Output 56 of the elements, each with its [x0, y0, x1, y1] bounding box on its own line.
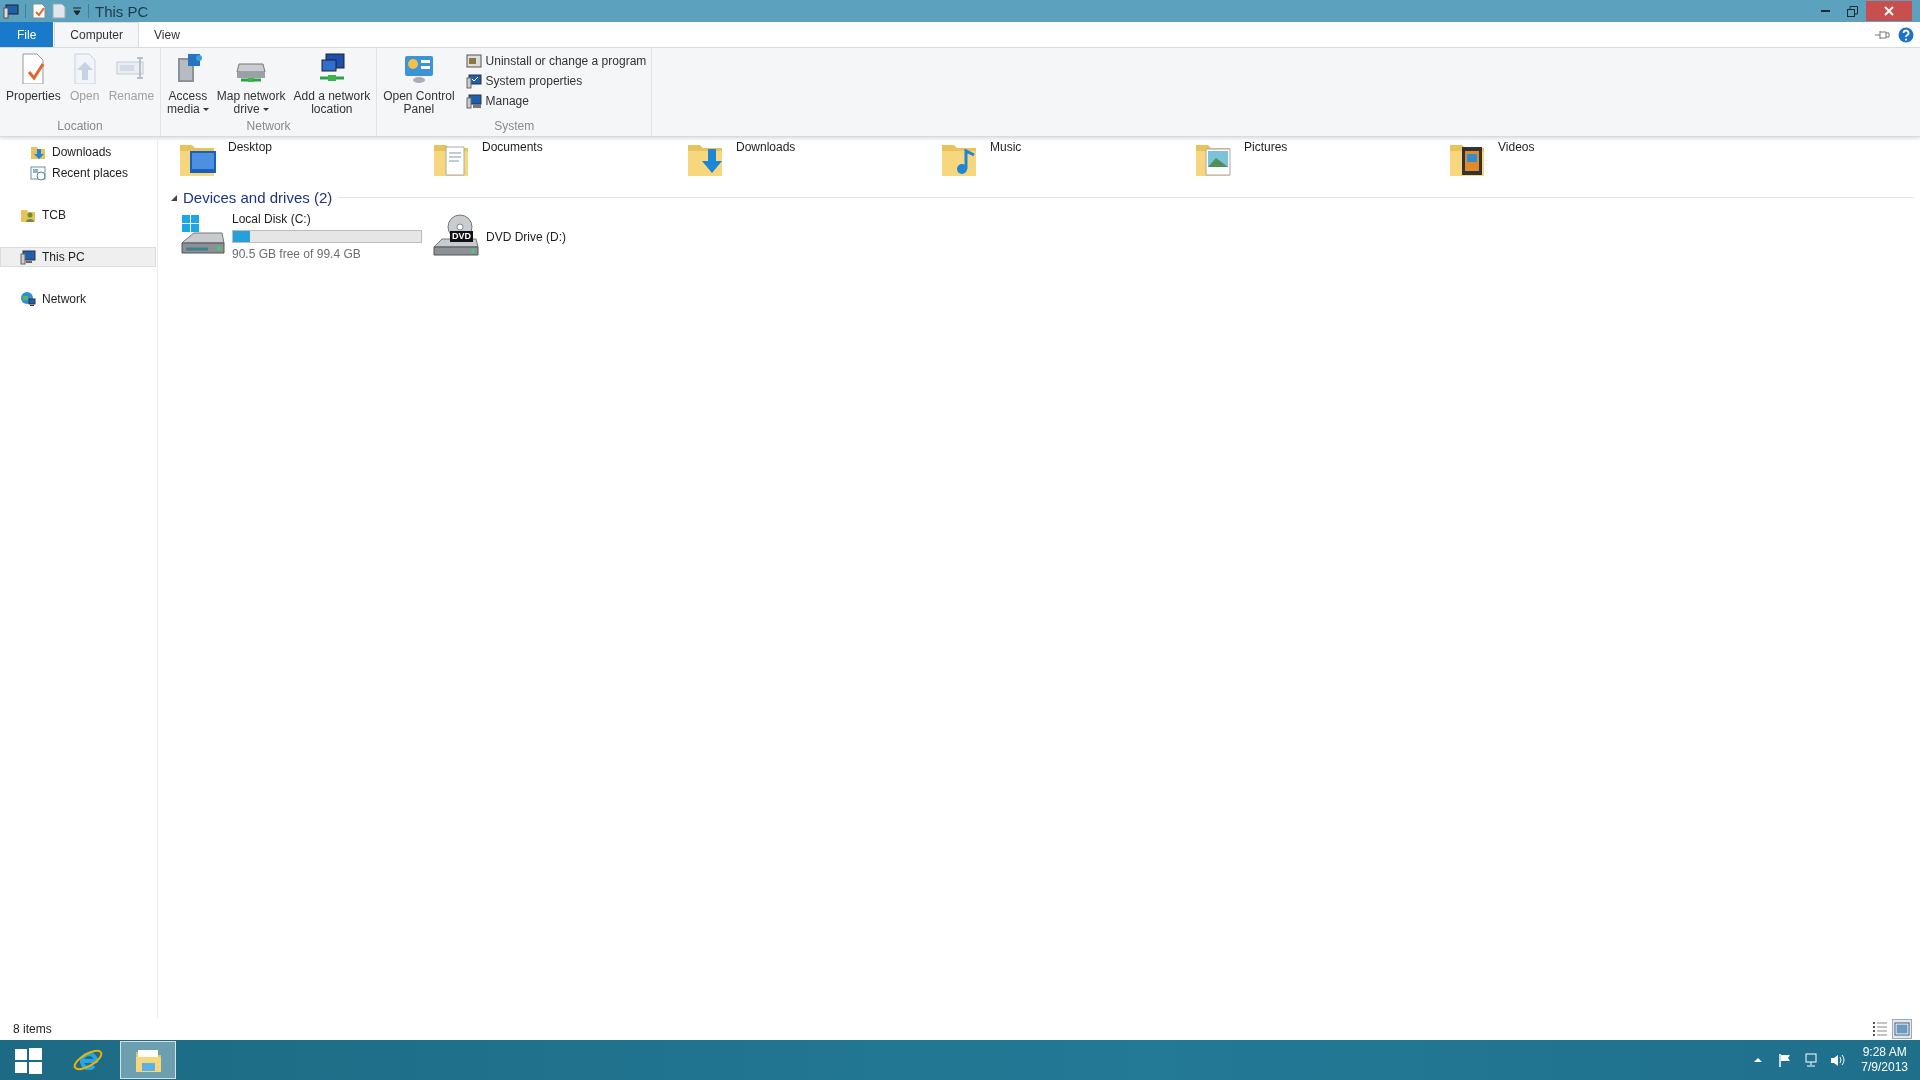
close-button[interactable] [1866, 1, 1912, 21]
recent-places-icon [30, 164, 46, 181]
ribbon-tab[interactable]: Computer [54, 22, 140, 47]
computer-icon[interactable] [3, 3, 19, 19]
program-window-icon [465, 53, 482, 69]
media-button[interactable]: Access media [164, 52, 212, 119]
network-icon[interactable] [1803, 1052, 1820, 1068]
drive-label[interactable]: Local Disk (C:) [232, 212, 422, 226]
sysprops-button[interactable]: System properties [463, 72, 649, 90]
properties-icon[interactable] [32, 3, 46, 19]
nav-item[interactable]: Downloads [0, 141, 156, 162]
details-view-button[interactable] [1870, 1019, 1890, 1039]
dvd-text: DVD [450, 230, 473, 242]
computer-icon [20, 249, 36, 265]
nav-item[interactable]: Network [0, 289, 156, 309]
manage-button[interactable]: Manage [463, 92, 649, 110]
group-heading: Devices and drives (2) [183, 189, 333, 206]
item-count: 8 items [13, 1022, 52, 1036]
nav-item[interactable]: TCB [0, 205, 156, 225]
mapdrive-button[interactable]: Map network drive [213, 52, 289, 119]
user-folder-icon [20, 207, 36, 223]
drive-label[interactable]: DVD Drive (D:) [486, 229, 566, 244]
ribbon-tab[interactable]: View [139, 22, 195, 47]
clock[interactable]: 9:28 AM 7/9/2013 [1861, 1045, 1908, 1075]
computer-check-icon [465, 73, 482, 89]
computer-management-icon [465, 93, 482, 109]
group-label: System [493, 119, 536, 135]
folder-label[interactable]: Pictures [1244, 139, 1288, 154]
properties-button[interactable]: Properties [3, 52, 64, 119]
details-list-icon [1872, 1021, 1888, 1037]
minimize-icon [1820, 9, 1831, 13]
folder-label[interactable]: Downloads [736, 139, 796, 154]
control-button[interactable]: Open Control Panel [380, 52, 458, 119]
dropdown-icon[interactable] [72, 6, 82, 16]
group-label: Network [245, 119, 292, 135]
file-explorer-button[interactable] [120, 1041, 176, 1079]
netloc-button[interactable]: Add a network location [290, 52, 374, 119]
window-title: This PC [95, 2, 149, 20]
pin-icon[interactable] [1874, 28, 1890, 41]
folder-label[interactable]: Music [990, 139, 1022, 154]
free-space-text: 90.5 GB free of 99.4 GB [232, 247, 362, 261]
collapse-arrow-icon[interactable] [171, 194, 177, 201]
network-icon [20, 291, 36, 307]
thumbnail-icon [1894, 1021, 1910, 1037]
help-icon[interactable] [1898, 26, 1914, 43]
nav-item[interactable]: Recent places [0, 162, 156, 183]
file-tab[interactable]: File [0, 22, 54, 47]
close-icon [1884, 6, 1894, 16]
folder-label[interactable]: Videos [1498, 139, 1535, 154]
nav-item[interactable]: This PC [0, 247, 156, 267]
volume-icon[interactable] [1829, 1052, 1846, 1068]
restore-icon [1847, 5, 1858, 17]
uninstall-button[interactable]: Uninstall or change a program [463, 52, 649, 70]
folder-label[interactable]: Desktop [228, 139, 273, 154]
folder-label[interactable]: Documents [482, 139, 543, 154]
group-label: Location [56, 119, 104, 135]
